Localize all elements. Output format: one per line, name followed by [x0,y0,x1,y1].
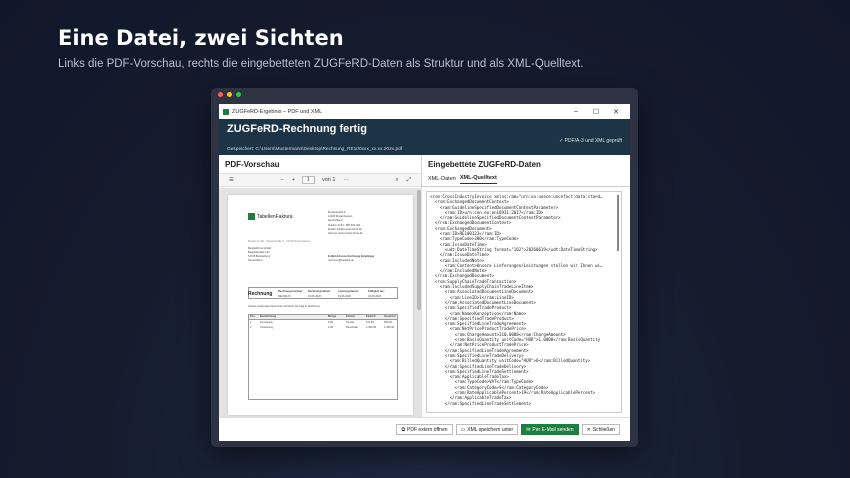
row-1-pos: 1 [250,321,252,324]
open-pdf-label: PDF extern öffnen [407,426,448,433]
meta-label-4: Fälligkeit am: [368,290,385,293]
split-panes: PDF-Vorschau ☰ − + 1 von 1 ··· ⌕ ⤢ Tabel… [219,155,630,417]
einvoice-label: E-Mail-Adresse Rechnung Empfänger [328,255,375,258]
meta-value-1: RE100123 [278,295,291,298]
meta-label-1: Rechnungsnummer: [278,290,304,293]
row-1-qty: 6,00 [328,321,334,324]
sender-line-4: Telefon: 0123 - 987 654 321 [328,224,361,227]
zoom-in-button[interactable]: + [292,177,295,183]
pdf-viewport[interactable]: TabellenFaktura Musterstraße 6 12345 Mus… [219,188,422,417]
window-title: ZUGFeRD-Ergebnis – PDF und XML [232,108,323,115]
zugferd-data-pane: Eingebettete ZUGFeRD-Daten XML-Daten XML… [422,155,630,417]
sender-line-5: E-Mail: info@muster-firma.de [328,228,362,231]
app-icon [223,108,229,115]
row-2-pos: 2 [250,326,252,329]
window-titlebar: ZUGFeRD-Ergebnis – PDF und XML – ☐ ✕ [219,104,630,119]
row-1-desc: Konzeption [260,321,273,324]
save-xml-label: XML speichern unter [467,426,514,433]
row-1-price: 110,00 [366,321,374,324]
company-logo: TabellenFaktura [248,213,293,220]
meta-label-2: Rechnungsdatum: [308,290,331,293]
xml-source-view[interactable]: <rsm:CrossIndustryInvoice xmlns:ram="urn… [426,191,622,413]
row-1-total: 660,00 [384,321,392,324]
expand-icon[interactable]: ⤢ [407,177,411,184]
close-dot-icon[interactable] [218,91,223,97]
logo-icon [248,213,255,220]
minimize-button[interactable]: – [566,108,586,115]
th-desc: Bezeichnung [260,315,277,318]
meta-value-2: 19.06.2026 [308,295,321,298]
send-email-button[interactable]: ✉ Per E-Mail senden [521,424,579,435]
row-2-qty: 1,00 [328,326,334,329]
close-dialog-label: Schließen [592,426,615,433]
th-price: Einzel € [366,315,376,318]
recipient-line-1: Beispielfirma GmbH [248,247,272,250]
th-qty: Menge [328,315,337,318]
close-dialog-button[interactable]: ✕ Schließen [581,424,620,435]
row-2-desc: Umsetzung [260,326,274,329]
sender-line-1: Musterstraße 6 [328,211,346,214]
hero-title: Eine Datei, zwei Sichten [58,26,344,50]
open-pdf-button[interactable]: ⧉ PDF extern öffnen [396,424,453,435]
sender-line-2: 12345 Musterhausen [328,215,353,218]
xml-line: <ram:BilledQuantity unitCode="HUR">6</ra… [430,358,591,364]
close-button[interactable]: ✕ [606,108,626,116]
zoom-out-button[interactable]: − [280,177,283,183]
recipient-line-3: 54748 Beispielburg [248,255,271,258]
zugferd-heading: Eingebettete ZUGFeRD-Daten [428,160,541,169]
invoice-intro: Unsere Leistungen berechnen wir Ihnen wi… [248,305,321,308]
xml-tabs: XML-Daten XML-Quelltext [422,173,630,187]
xml-line: </ram:SpecifiedLineTradeSettlement> [430,400,532,406]
meta-value-3: 19.06.2026 [338,295,351,298]
os-window-bar [211,88,638,100]
dialog-footer: ⧉ PDF extern öffnen ▭ XML speichern unter … [219,417,630,441]
minimize-dot-icon[interactable] [227,91,232,97]
invoice-title: Rechnung [248,291,273,297]
banner-title: ZUGFeRD-Rechnung fertig [227,123,367,135]
maximize-button[interactable]: ☐ [586,108,606,116]
search-icon[interactable]: ⌕ [396,177,399,184]
result-banner: ZUGFeRD-Rechnung fertig ✓ PDF/A-3 und XM… [219,119,630,155]
row-2-total: 1.450,00 [384,326,395,329]
meta-label-3: Leistungsdatum: [338,290,359,293]
xml-scrollbar[interactable] [617,195,619,251]
pdf-page: TabellenFaktura Musterstraße 6 12345 Mus… [228,195,413,415]
logo-text: TabellenFaktura [257,213,293,220]
th-total: Gesamt € [384,315,396,318]
external-link-icon: ⧉ [401,426,406,433]
saved-path: Gespeichert: C:\Users\Mustermann\Desktop… [227,147,403,152]
sender-line-3: Deutschland [328,219,343,222]
tab-xml-source[interactable]: XML-Quelltext [459,175,497,184]
meta-value-4: 19.06.2026 [368,295,381,298]
pdf-preview-heading: PDF-Vorschau [225,160,280,169]
recipient-line-4: Deutschland [248,259,263,262]
mail-icon: ✉ [526,426,531,433]
page-count: von 1 [321,177,336,183]
sender-line-6: Internet: www.muster-firma.de [328,232,363,235]
tab-xml-data[interactable]: XML-Daten [428,176,456,184]
close-icon: ✕ [586,426,591,433]
more-options-icon[interactable]: ··· [343,177,349,183]
einvoice-address: rechnung@beispiel.de [328,259,354,262]
pdf-preview-pane: PDF-Vorschau ☰ − + 1 von 1 ··· ⌕ ⤢ Tabel… [219,155,422,417]
menu-icon[interactable]: ☰ [229,177,234,183]
th-unit: Einheit [346,315,355,318]
send-email-label: Per E-Mail senden [532,426,574,433]
row-1-unit: Stunde [346,321,355,324]
recipient-line-2: Beispielstraße 123 [248,251,270,254]
th-pos: Pos. [250,315,256,318]
sender-return-line: Muster GmbH · Musterstraße 6 · 12345 Mus… [248,240,311,243]
row-2-price: 1.450,00 [366,326,377,329]
app-window: ZUGFeRD-Ergebnis – PDF und XML – ☐ ✕ ZUG… [219,104,630,441]
hero-subtitle: Links die PDF-Vorschau, rechts die einge… [58,58,584,70]
pdf-toolbar: ☰ − + 1 von 1 ··· ⌕ ⤢ [219,173,421,187]
row-2-unit: Pauschale [346,326,359,329]
pdf-scrollbar[interactable] [417,190,421,310]
save-icon: ▭ [460,426,466,433]
save-xml-button[interactable]: ▭ XML speichern unter [455,424,519,435]
os-window-frame: ZUGFeRD-Ergebnis – PDF und XML – ☐ ✕ ZUG… [211,88,638,447]
validation-status: ✓ PDF/A-3 und XML geprüft [559,138,622,144]
page-number-input[interactable]: 1 [301,176,315,184]
maximize-dot-icon[interactable] [236,91,241,97]
